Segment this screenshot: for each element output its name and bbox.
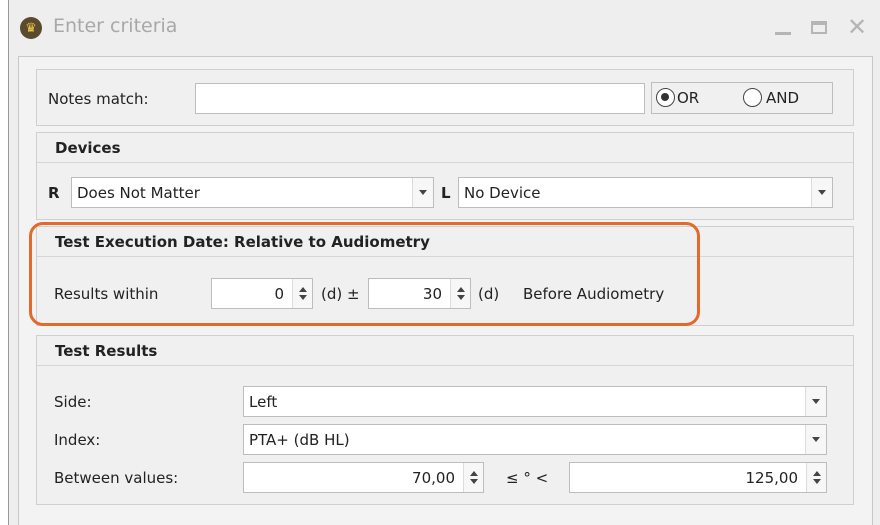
range-operator-label: ≤ ° <	[506, 469, 549, 487]
title-bar: ♛ Enter criteria ✕	[9, 0, 880, 56]
or-radio-label[interactable]: OR	[677, 89, 699, 107]
maximize-icon[interactable]	[806, 14, 832, 40]
close-icon[interactable]: ✕	[844, 13, 870, 41]
side-select[interactable]: Left	[243, 386, 827, 417]
notes-match-label: Notes match:	[48, 90, 149, 108]
max-value-spinner[interactable]: 125,00	[569, 462, 827, 493]
chevron-down-icon	[818, 190, 826, 195]
spin-up-icon[interactable]	[812, 471, 821, 476]
max-value-spin-buttons[interactable]	[806, 463, 826, 492]
side-dropdown-button[interactable]	[805, 387, 826, 416]
notes-panel: Notes match: OR AND	[36, 69, 854, 126]
chevron-down-icon	[812, 437, 820, 442]
right-device-select[interactable]: Does Not Matter	[71, 177, 434, 208]
index-label: Index:	[54, 431, 101, 449]
execution-date-highlight	[29, 222, 700, 326]
left-device-dropdown-button[interactable]	[811, 178, 832, 207]
app-crown-icon: ♛	[20, 17, 42, 39]
or-radio[interactable]	[656, 88, 675, 107]
test-results-header: Test Results	[37, 336, 853, 366]
index-dropdown-button[interactable]	[805, 425, 826, 454]
and-radio-label[interactable]: AND	[766, 89, 799, 107]
window-title: Enter criteria	[53, 15, 178, 37]
left-device-select[interactable]: No Device	[458, 177, 833, 208]
match-mode-radio-group: OR AND	[651, 82, 833, 114]
minimize-icon[interactable]	[770, 14, 796, 40]
right-device-dropdown-button[interactable]	[412, 178, 433, 207]
min-value-spin-buttons[interactable]	[463, 463, 483, 492]
right-device-side-label: R	[48, 184, 60, 202]
spin-up-icon[interactable]	[469, 471, 478, 476]
spin-down-icon[interactable]	[469, 479, 478, 484]
and-radio[interactable]	[743, 88, 762, 107]
test-results-panel: Test Results Side: Left Index: PTA+ (dB …	[36, 335, 854, 505]
chevron-down-icon	[812, 399, 820, 404]
notes-match-input[interactable]	[195, 83, 645, 114]
left-device-side-label: L	[441, 184, 451, 202]
spin-down-icon[interactable]	[812, 479, 821, 484]
devices-header: Devices	[37, 133, 853, 163]
min-value-spinner[interactable]: 70,00	[243, 462, 484, 493]
side-label: Side:	[54, 393, 92, 411]
between-values-label: Between values:	[54, 469, 179, 487]
devices-panel: Devices R Does Not Matter L No Device	[36, 132, 854, 220]
chevron-down-icon	[419, 190, 427, 195]
index-select[interactable]: PTA+ (dB HL)	[243, 424, 827, 455]
